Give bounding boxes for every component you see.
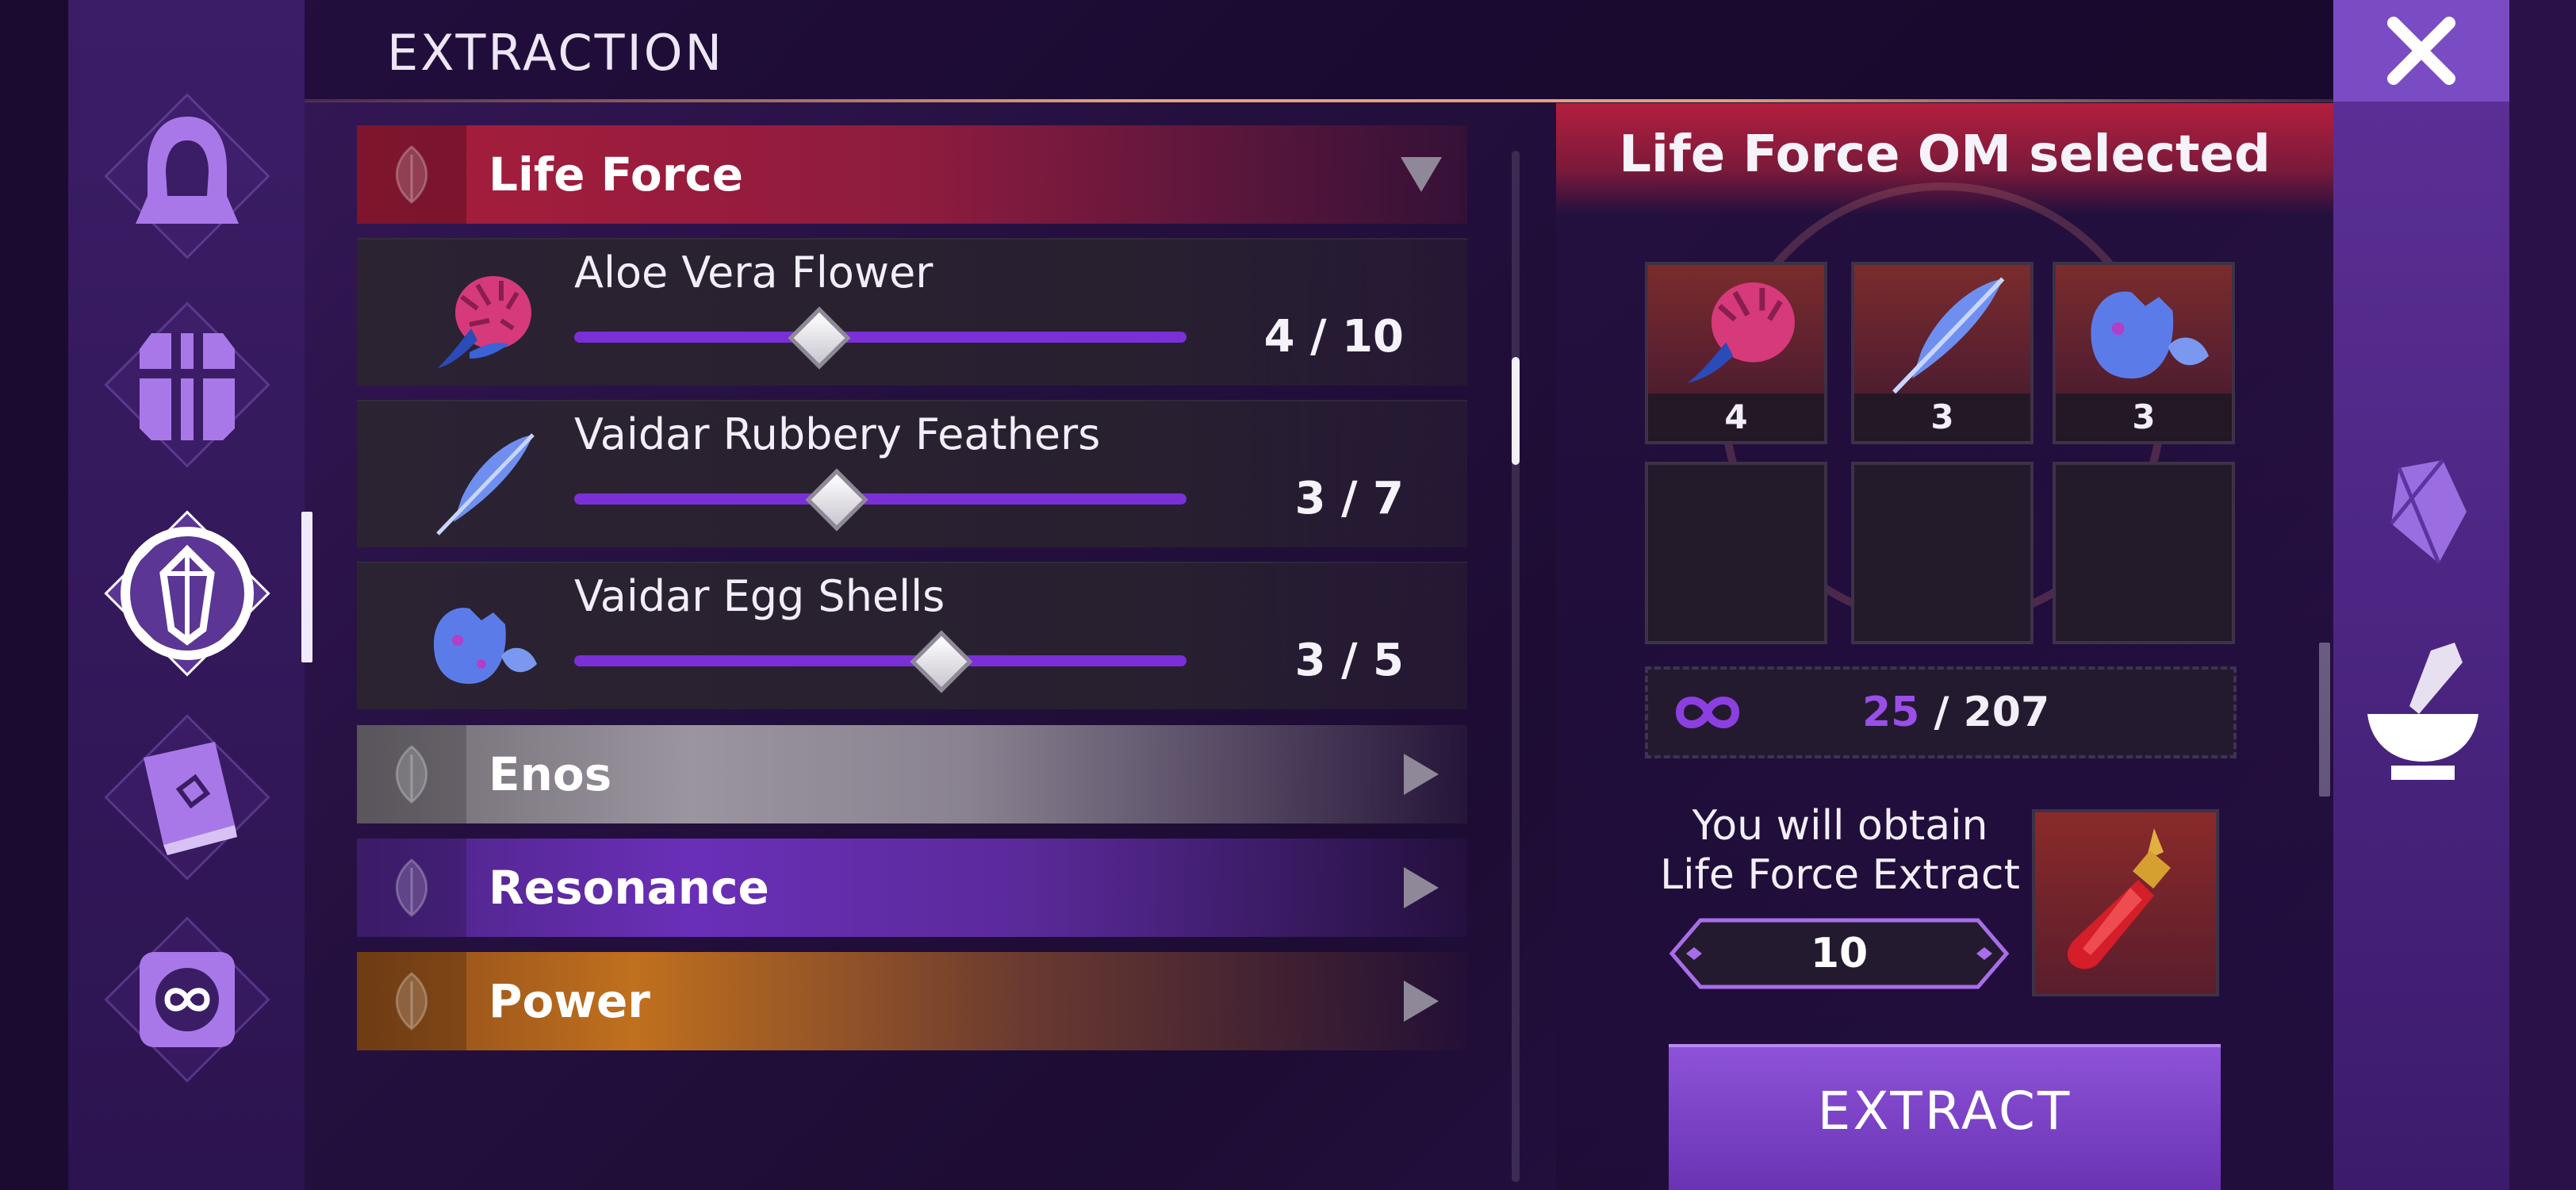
ingredient-name: Vaidar Rubbery Feathers <box>574 409 1101 459</box>
ingredient-row: Vaidar Rubbery Feathers 3 / 7 <box>357 400 1467 547</box>
slot-quantity: 4 <box>1648 393 1824 441</box>
quantity-slider[interactable] <box>574 655 1186 666</box>
capacity-bar: 25 / 207 <box>1645 666 2237 758</box>
category-label: Enos <box>489 747 612 801</box>
leaf-icon <box>395 745 428 804</box>
empty-slot[interactable] <box>2053 462 2235 644</box>
right-edge <box>2509 0 2576 1190</box>
ingredient-row: Aloe Vera Flower 4 / 10 <box>357 238 1467 386</box>
quantity-slider[interactable] <box>574 332 1186 343</box>
aloe-flower-icon <box>438 276 531 368</box>
feather-icon <box>1892 277 2005 394</box>
empty-slot[interactable] <box>1645 462 1827 644</box>
obtain-line-1: You will obtain <box>1692 802 1988 850</box>
slider-knob[interactable] <box>910 630 973 693</box>
close-button[interactable] <box>2333 0 2509 102</box>
category-label: Resonance <box>489 861 769 915</box>
nav-item-extraction[interactable] <box>100 506 274 681</box>
quantity-slider[interactable] <box>574 493 1186 505</box>
obtain-quantity-box: 10 <box>1669 917 2010 990</box>
leaf-icon <box>395 145 428 204</box>
capacity-current: 25 <box>1862 689 1920 736</box>
category-enos[interactable]: Enos <box>357 725 1467 823</box>
crystal-icon <box>121 527 254 660</box>
chest-icon <box>140 333 235 440</box>
header-divider <box>305 99 2335 102</box>
leaf-icon <box>395 858 428 917</box>
close-icon <box>2387 17 2455 85</box>
nav-item-character[interactable] <box>100 89 274 263</box>
category-life-force[interactable]: Life Force <box>357 125 1467 224</box>
nav-item-infinity[interactable] <box>100 912 274 1087</box>
nav-item-inventory[interactable] <box>100 298 274 472</box>
empty-slot[interactable] <box>1851 462 2034 644</box>
tab-crystal[interactable] <box>2356 444 2490 579</box>
triangle-right-icon <box>1404 981 1439 1022</box>
ingredient-name: Aloe Vera Flower <box>574 248 933 298</box>
extract-vial-icon <box>2067 828 2171 969</box>
triangle-right-icon <box>1404 754 1439 795</box>
crystal-icon <box>2390 459 2467 564</box>
result-item-slot[interactable] <box>2032 809 2219 996</box>
egg-shell-icon <box>434 608 537 684</box>
slot-quantity: 3 <box>1854 393 2030 441</box>
category-label: Life Force <box>489 148 744 202</box>
triangle-right-icon <box>1404 867 1439 908</box>
page-title: EXTRACTION <box>387 24 724 82</box>
nav-item-journal[interactable] <box>100 710 274 885</box>
ingredient-row: Vaidar Egg Shells 3 / 5 <box>357 562 1467 709</box>
ingredient-count: 3 / 7 <box>1294 473 1404 524</box>
slot-quantity: 3 <box>2056 393 2232 441</box>
ingredient-slot[interactable]: 4 <box>1645 262 1827 444</box>
obtain-text: You will obtain Life Force Extract <box>1642 801 2038 900</box>
selected-title: Life Force OM selected <box>1619 125 2271 184</box>
capacity-max: / 207 <box>1919 689 2050 736</box>
extract-label: EXTRACT <box>1817 1080 2072 1142</box>
obtain-line-2: Life Force Extract <box>1660 851 2020 899</box>
category-resonance[interactable]: Resonance <box>357 839 1467 937</box>
triangle-down-icon <box>1401 157 1442 192</box>
egg-shell-icon <box>2091 291 2209 379</box>
ingredient-count: 4 / 10 <box>1263 311 1404 363</box>
scrollbar-thumb[interactable] <box>1512 357 1520 465</box>
category-label: Power <box>489 974 650 1028</box>
feather-icon <box>436 433 535 536</box>
capacity-text: 25 / 207 <box>1862 689 2049 736</box>
slider-knob[interactable] <box>805 468 868 532</box>
book-icon <box>144 742 237 855</box>
mortar-pestle-icon <box>2367 643 2478 780</box>
infinity-icon <box>1675 697 1740 728</box>
extract-button[interactable]: EXTRACT <box>1669 1044 2221 1190</box>
ingredient-name: Vaidar Egg Shells <box>574 571 945 621</box>
tab-mortar[interactable] <box>2356 643 2490 780</box>
infinity-chip-icon <box>140 952 235 1047</box>
hooded-figure-icon <box>136 117 239 224</box>
aloe-flower-icon <box>1688 282 1795 383</box>
leaf-icon <box>395 972 428 1031</box>
nav-selected-indicator <box>301 512 312 662</box>
ingredient-slot[interactable]: 3 <box>1851 262 2034 444</box>
category-power[interactable]: Power <box>357 952 1467 1050</box>
left-edge <box>0 0 68 1190</box>
category-nav-rail <box>68 0 305 1190</box>
slider-knob[interactable] <box>788 306 851 370</box>
scrollbar-track[interactable] <box>1512 151 1520 1182</box>
ingredient-slot[interactable]: 3 <box>2053 262 2235 444</box>
obtain-quantity: 10 <box>1810 930 1869 977</box>
ingredient-count: 3 / 5 <box>1294 635 1404 686</box>
